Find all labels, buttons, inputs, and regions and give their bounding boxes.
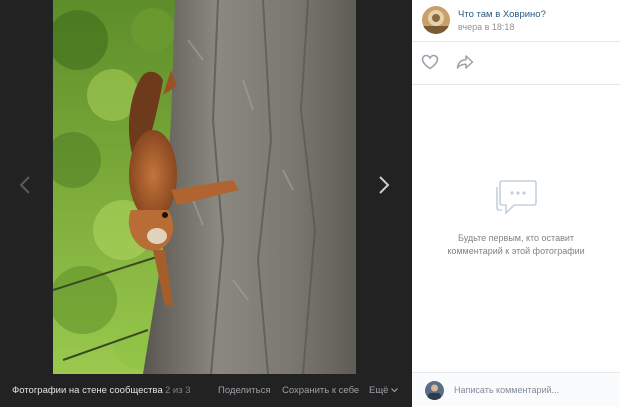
more-menu[interactable]: Ещё: [369, 385, 399, 396]
viewer-bottom-bar: Фотографии на стене сообщества 2 из 3 По…: [0, 374, 412, 407]
album-link[interactable]: Фотографии на стене сообщества: [12, 385, 163, 396]
comment-input[interactable]: [454, 382, 609, 398]
photo: [53, 0, 356, 374]
chevron-right-icon[interactable]: [373, 172, 395, 198]
divider: [412, 41, 620, 42]
share-link[interactable]: Поделиться: [218, 385, 270, 396]
chevron-down-icon: [391, 388, 399, 393]
comments-icon: [496, 180, 537, 215]
group-avatar[interactable]: [422, 6, 450, 34]
post-header: Что там в Ховрино? вчера в 18:18: [412, 0, 620, 41]
group-name-link[interactable]: Что там в Ховрино?: [458, 9, 546, 20]
photo-counter: 2 из 3: [165, 385, 191, 396]
empty-comments-text: Будьте первым, кто оставит комментарий к…: [447, 233, 585, 256]
heart-icon[interactable]: [421, 54, 439, 70]
save-to-self-link[interactable]: Сохранить к себе: [282, 385, 359, 396]
more-label: Ещё: [369, 385, 389, 396]
photo-info-panel: Что там в Ховрино? вчера в 18:18 Будьте …: [412, 0, 620, 407]
share-arrow-icon[interactable]: [456, 54, 474, 70]
divider: [412, 84, 620, 85]
comment-composer: [412, 372, 620, 407]
chevron-left-icon[interactable]: [14, 172, 36, 198]
empty-comments-state: Будьте первым, кто оставит комментарий к…: [412, 178, 620, 258]
post-time-link[interactable]: вчера в 18:18: [458, 22, 514, 32]
photo-viewer: Фотографии на стене сообщества 2 из 3 По…: [0, 0, 412, 407]
user-avatar: [425, 381, 444, 400]
